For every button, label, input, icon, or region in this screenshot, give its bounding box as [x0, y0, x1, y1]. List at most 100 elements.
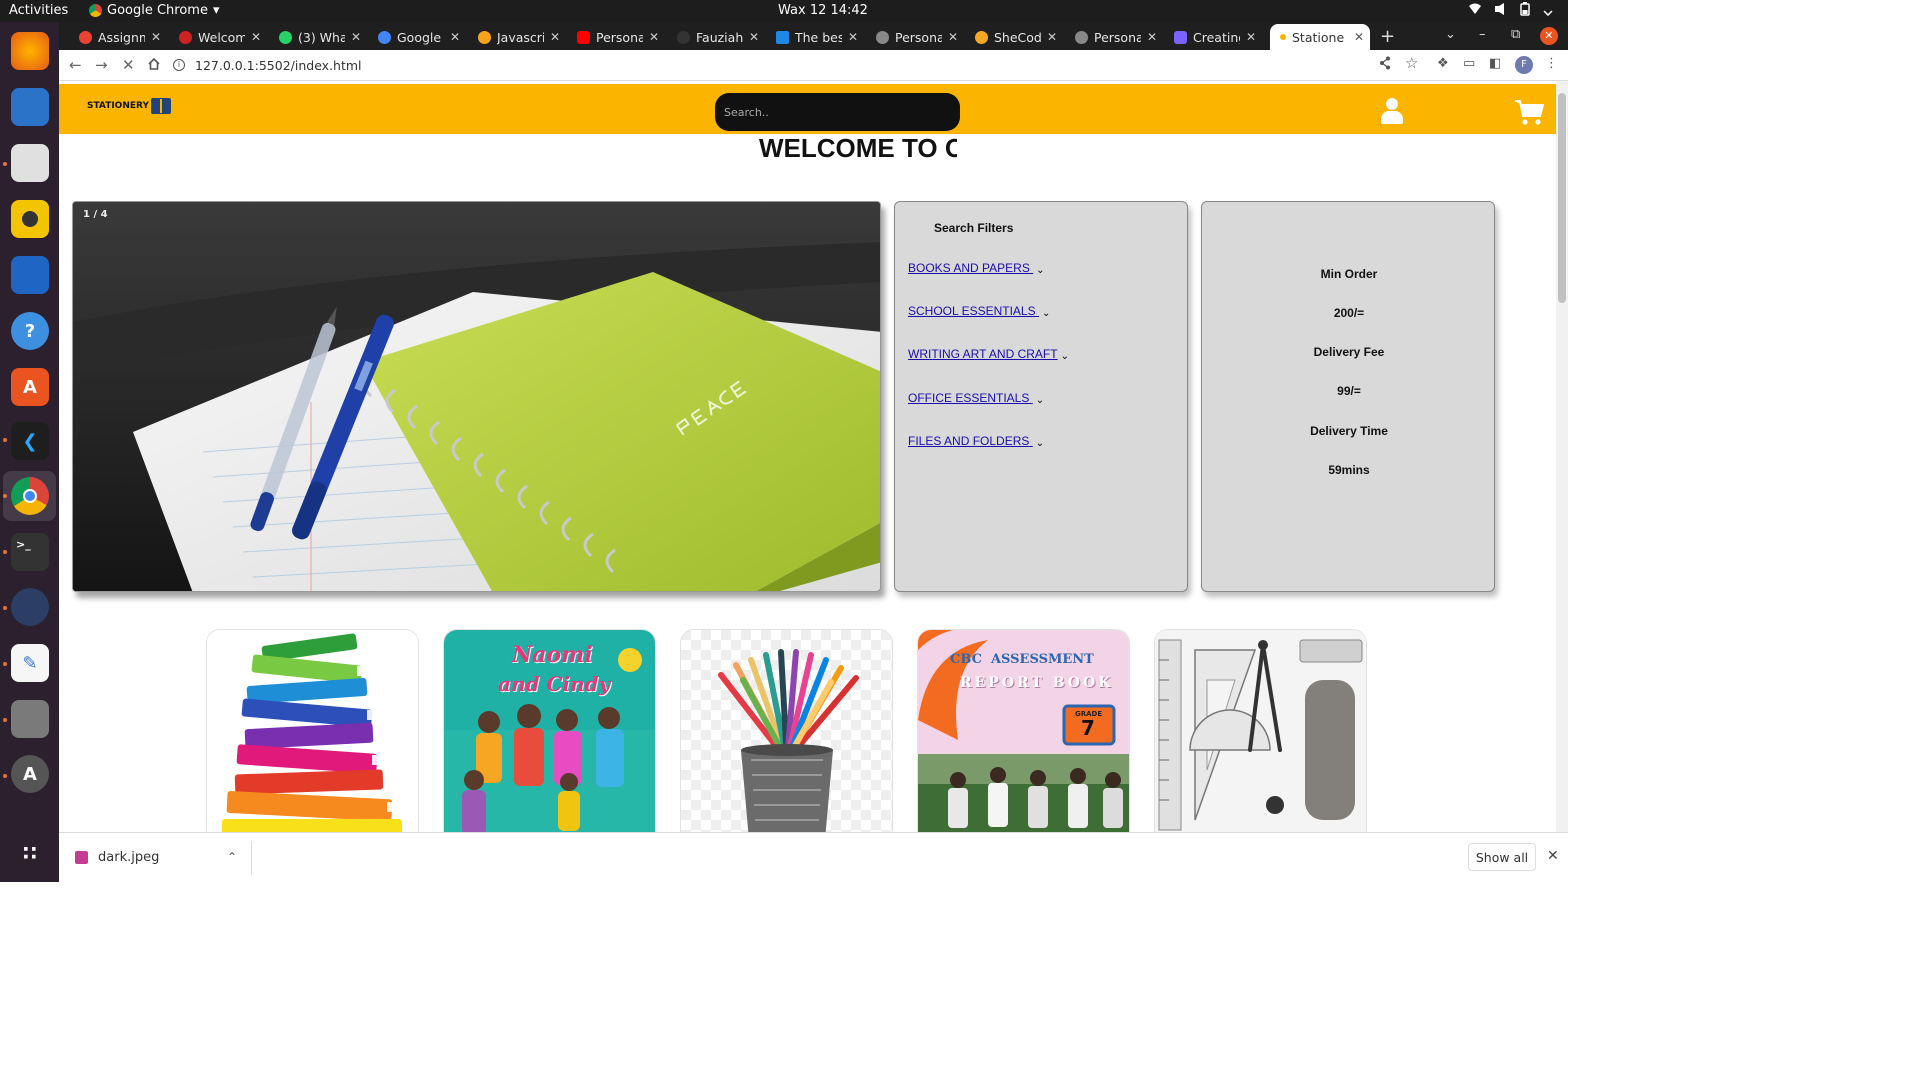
download-item[interactable]: dark.jpeg: [75, 850, 159, 865]
stop-icon[interactable]: ✕: [122, 56, 135, 74]
tab[interactable]: (3) What ✕: [269, 24, 367, 50]
archive-icon[interactable]: [11, 700, 49, 738]
software-center-icon[interactable]: A: [11, 368, 49, 406]
new-tab-button[interactable]: +: [1380, 26, 1395, 47]
more-options-icon[interactable]: ⋮: [1545, 56, 1558, 71]
tab-label: Persona: [895, 29, 942, 45]
close-icon[interactable]: ✕: [351, 30, 361, 44]
search-filters-title: Search Filters: [934, 221, 1014, 235]
search-input[interactable]: [715, 93, 960, 131]
tab[interactable]: Fauziaha ✕: [667, 24, 765, 50]
rhythmbox-icon[interactable]: [11, 200, 49, 238]
tab[interactable]: Google M ✕: [368, 24, 466, 50]
chrome-icon[interactable]: [11, 477, 49, 515]
close-icon[interactable]: ✕: [1147, 30, 1157, 44]
writer-icon[interactable]: [11, 256, 49, 294]
filter-school-essentials[interactable]: SCHOOL ESSENTIALS ⌄: [908, 304, 1050, 319]
close-icon[interactable]: ✕: [948, 30, 958, 44]
timer-icon[interactable]: [11, 588, 49, 626]
profile-avatar[interactable]: F: [1515, 56, 1533, 74]
bookmark-star-icon[interactable]: ☆: [1405, 54, 1418, 72]
running-indicator: [3, 162, 7, 166]
close-icon[interactable]: ✕: [450, 30, 460, 44]
tab[interactable]: Welcom ✕: [169, 24, 267, 50]
product-card-naomi-and-cindy[interactable]: Naomi and Cindy: [443, 629, 656, 832]
filter-writing-art-and-craft[interactable]: WRITING ART AND CRAFT ⌄: [908, 347, 1069, 362]
product-card-cbc-assessment[interactable]: CBC ASSESSMENT REPORT BOOK GRADE 7: [917, 629, 1130, 832]
tab[interactable]: Persona ✕: [1065, 24, 1163, 50]
clock[interactable]: Wax 12 14:42: [778, 3, 868, 18]
filter-office-essentials[interactable]: OFFICE ESSENTIALS ⌄: [908, 391, 1044, 406]
downloads-bar: dark.jpeg ⌃ Show all ✕: [59, 832, 1568, 882]
chevron-up-icon[interactable]: ⌃: [227, 850, 237, 864]
tab[interactable]: Javascri ✕: [468, 24, 566, 50]
product-card-books[interactable]: [206, 629, 419, 832]
tab-label: Creating: [1193, 29, 1240, 45]
files-icon[interactable]: [11, 144, 49, 182]
tab-favicon: [179, 30, 192, 44]
delivery-time-value: 59mins: [1328, 463, 1370, 477]
product-card-geometry-set[interactable]: [1154, 629, 1367, 832]
system-tray[interactable]: [1468, 2, 1554, 16]
minimize-icon[interactable]: –: [1479, 27, 1486, 42]
tab[interactable]: SheCode ✕: [965, 24, 1063, 50]
tab-favicon: [876, 30, 889, 44]
close-icon[interactable]: ✕: [1246, 30, 1256, 44]
close-icon[interactable]: ✕: [1547, 848, 1559, 864]
share-icon[interactable]: [1379, 56, 1391, 70]
installer-icon[interactable]: A: [11, 755, 49, 793]
activities-button[interactable]: Activities: [9, 3, 68, 18]
close-icon[interactable]: ✕: [151, 30, 161, 44]
tab[interactable]: The best ✕: [766, 24, 864, 50]
site-info-icon[interactable]: i: [173, 59, 185, 71]
show-all-button[interactable]: Show all: [1468, 843, 1536, 871]
address-bar[interactable]: i 127.0.0.1:5502/index.html: [173, 53, 1473, 77]
tab-favicon: [1174, 30, 1187, 44]
side-panel-icon[interactable]: ◧: [1489, 56, 1501, 71]
tab[interactable]: Creating ✕: [1164, 24, 1262, 50]
terminal-icon[interactable]: >_: [11, 533, 49, 571]
chrome-icon: [89, 4, 102, 17]
running-indicator: [3, 662, 7, 666]
order-info-panel: Min Order 200/= Delivery Fee 99/= Delive…: [1201, 201, 1495, 592]
close-icon[interactable]: ✕: [550, 30, 560, 44]
close-icon[interactable]: ✕: [848, 30, 858, 44]
text-editor-icon[interactable]: ✎: [11, 644, 49, 682]
image-slideshow[interactable]: 1 / 4: [72, 201, 881, 592]
tab[interactable]: Persona ✕: [567, 24, 665, 50]
shopping-cart-icon[interactable]: [1514, 98, 1544, 126]
user-account-icon[interactable]: [1381, 98, 1403, 124]
cast-icon[interactable]: ▭: [1463, 56, 1475, 71]
extensions-icon[interactable]: ❖: [1437, 56, 1449, 71]
help-icon[interactable]: ?: [11, 312, 49, 350]
tab-active[interactable]: Statione ✕: [1270, 24, 1370, 50]
tab[interactable]: Assignm ✕: [69, 24, 167, 50]
vscode-icon[interactable]: ❮: [11, 422, 49, 460]
back-icon[interactable]: ←: [69, 56, 82, 74]
close-icon[interactable]: ✕: [649, 30, 659, 44]
close-icon[interactable]: ✕: [251, 30, 261, 44]
window-close-icon[interactable]: ✕: [1540, 27, 1558, 45]
home-icon[interactable]: [147, 57, 161, 71]
pencil-cup-image: [681, 630, 892, 832]
restore-icon[interactable]: ⧉: [1511, 27, 1520, 42]
thunderbird-icon[interactable]: [11, 88, 49, 126]
page-scrollbar[interactable]: [1556, 81, 1568, 832]
tab-search-icon[interactable]: ⌄: [1445, 27, 1456, 42]
tab-favicon: [478, 30, 491, 44]
filter-files-and-folders[interactable]: FILES AND FOLDERS ⌄: [908, 434, 1044, 449]
show-apps-icon[interactable]: ∷: [11, 834, 49, 872]
site-logo[interactable]: STATIONERY: [87, 98, 171, 114]
product-card-colored-pencils[interactable]: [680, 629, 893, 832]
close-icon[interactable]: ✕: [1354, 30, 1364, 44]
tab-label: Statione: [1292, 29, 1345, 45]
min-order-label: Min Order: [1320, 267, 1378, 281]
scrollbar-thumb[interactable]: [1558, 93, 1566, 303]
app-menu[interactable]: Google Chrome ▾: [89, 3, 220, 18]
close-icon[interactable]: ✕: [749, 30, 759, 44]
close-icon[interactable]: ✕: [1047, 30, 1057, 44]
filter-books-and-papers[interactable]: BOOKS AND PAPERS ⌄: [908, 261, 1045, 276]
firefox-icon[interactable]: [11, 32, 49, 70]
tab[interactable]: Persona ✕: [866, 24, 964, 50]
forward-icon[interactable]: →: [95, 56, 108, 74]
